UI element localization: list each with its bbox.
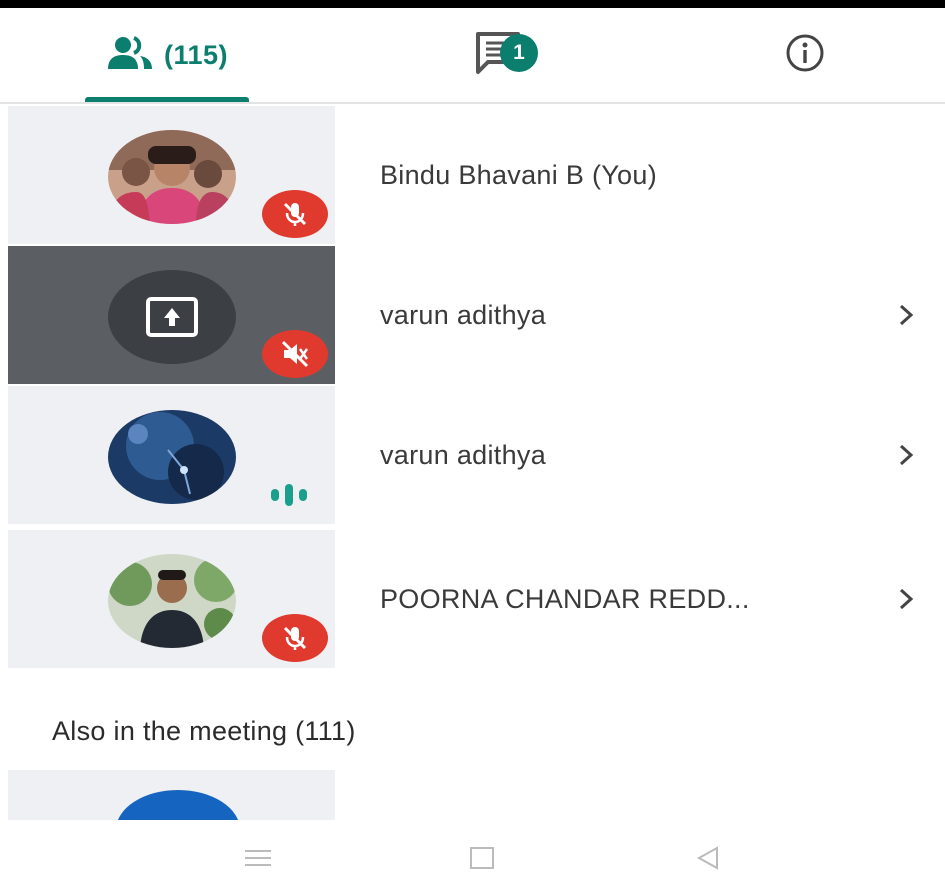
tab-participants[interactable]: (115): [85, 8, 249, 102]
people-icon: [106, 35, 154, 75]
participant-row[interactable]: varun adithya: [0, 246, 945, 384]
system-nav-bar: [0, 820, 945, 874]
mic-off-icon: [262, 190, 328, 238]
chevron-right-icon[interactable]: [886, 530, 926, 668]
audio-level-icon: [269, 481, 319, 507]
chevron-right-icon[interactable]: [886, 386, 926, 524]
participant-tile: [8, 246, 335, 384]
speaker-off-icon: [262, 330, 328, 378]
photo-abstract-icon: [108, 410, 236, 504]
tab-info[interactable]: [750, 8, 860, 102]
info-icon: [785, 33, 825, 78]
participant-tile: [8, 530, 335, 668]
participant-name: varun adithya: [380, 439, 547, 470]
participant-row[interactable]: varun adithya: [0, 386, 945, 524]
participant-row[interactable]: Bindu Bhavani B (You): [0, 106, 945, 244]
participant-tile: [8, 106, 335, 244]
chat-unread-badge: 1: [500, 34, 538, 72]
participant-name: POORNA CHANDAR REDD...: [380, 583, 750, 614]
participant-tile: [8, 386, 335, 524]
participants-count: (115): [163, 39, 229, 70]
chevron-right-icon[interactable]: [886, 246, 926, 384]
participant-row[interactable]: POORNA CHANDAR REDD...: [0, 530, 945, 668]
also-in-meeting-heading: Also in the meeting (111): [52, 716, 356, 746]
photo-man-icon: [108, 554, 236, 648]
mic-off-icon: [262, 614, 328, 662]
active-tab-indicator: [85, 97, 249, 102]
photo-group-icon: [108, 130, 236, 224]
back-icon[interactable]: [690, 844, 726, 872]
home-icon[interactable]: [464, 844, 500, 872]
status-bar: [0, 0, 945, 8]
participant-name: varun adithya: [380, 299, 547, 330]
meeting-tabs: (115) 1: [0, 8, 945, 104]
screen-share-icon: [108, 270, 236, 364]
participant-name: Bindu Bhavani B (You): [380, 159, 657, 190]
participant-tile[interactable]: [8, 770, 335, 820]
avatar: [116, 790, 240, 820]
menu-icon[interactable]: [240, 844, 276, 872]
